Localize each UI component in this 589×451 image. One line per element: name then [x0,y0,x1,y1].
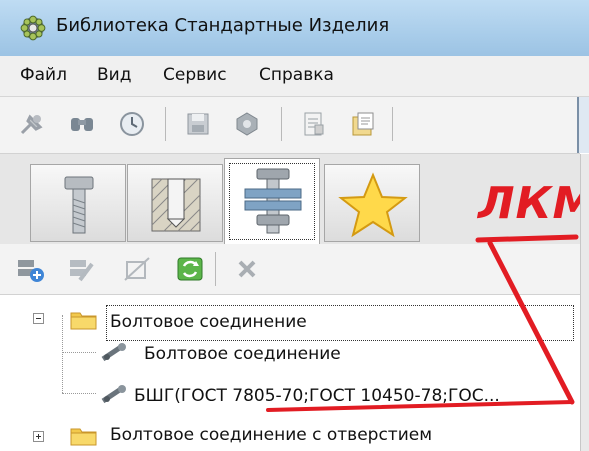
tree-toolbar [0,244,580,295]
disable-icon[interactable] [121,254,153,284]
delete-icon[interactable] [231,254,263,284]
menu-help[interactable]: Справка [259,65,334,85]
title-bar: Библиотека Стандартные Изделия [0,0,589,56]
toolbar-separator [215,252,216,286]
refresh-icon[interactable] [174,254,206,284]
bolt-connection-icon [244,168,302,234]
tree-node-bolt-connection[interactable]: Болтовое соединение [144,344,341,364]
tree-connector [62,352,96,353]
report-icon[interactable] [347,109,379,139]
toolbar-overflow-edge [577,97,589,153]
library-app-icon [20,15,46,41]
window-title: Библиотека Стандартные Изделия [56,15,390,36]
folder-icon [70,428,97,446]
folder-icon [70,312,97,330]
right-panel-edge [580,154,589,451]
menu-service[interactable]: Сервис [163,65,227,85]
collapse-toggle[interactable] [33,313,44,324]
hole-section-icon [151,178,201,232]
bolt-item-icon [101,343,126,362]
bolt-item-icon [101,385,126,404]
annotation-lkm: ЛКМ [478,178,589,229]
tree-connector [62,393,96,394]
menu-bar: Файл Вид Сервис Справка [0,56,589,97]
tab-holes[interactable] [127,164,223,242]
save-icon[interactable] [182,109,214,139]
tree-node-bolt-connection-hole-folder[interactable]: Болтовое соединение с отверстием [110,425,432,445]
tab-connections[interactable] [224,158,320,244]
history-icon[interactable] [116,109,148,139]
tab-favorites[interactable] [324,164,420,242]
add-connection-icon[interactable] [14,254,46,284]
tree-connector [62,352,63,393]
expand-toggle[interactable] [33,431,44,442]
nut-icon[interactable] [231,109,263,139]
bolt-icon [64,176,94,234]
application-window: Библиотека Стандартные Изделия Файл Вид … [0,0,589,451]
find-icon[interactable] [66,109,98,139]
toolbar-separator [392,107,393,141]
properties-icon[interactable] [297,109,329,139]
star-icon [338,172,408,238]
menu-view[interactable]: Вид [97,65,131,85]
pin-icon[interactable] [16,109,48,139]
toolbar-separator [281,107,282,141]
tree-node-bolt-connection-folder[interactable]: Болтовое соединение [110,312,307,332]
main-toolbar [0,97,580,154]
tree-node-bshg[interactable]: БШГ(ГОСТ 7805-70;ГОСТ 10450-78;ГОС... [134,386,500,406]
tab-bolts[interactable] [30,164,126,242]
edit-connection-icon[interactable] [66,254,98,284]
menu-file[interactable]: Файл [20,65,67,85]
toolbar-separator [165,107,166,141]
